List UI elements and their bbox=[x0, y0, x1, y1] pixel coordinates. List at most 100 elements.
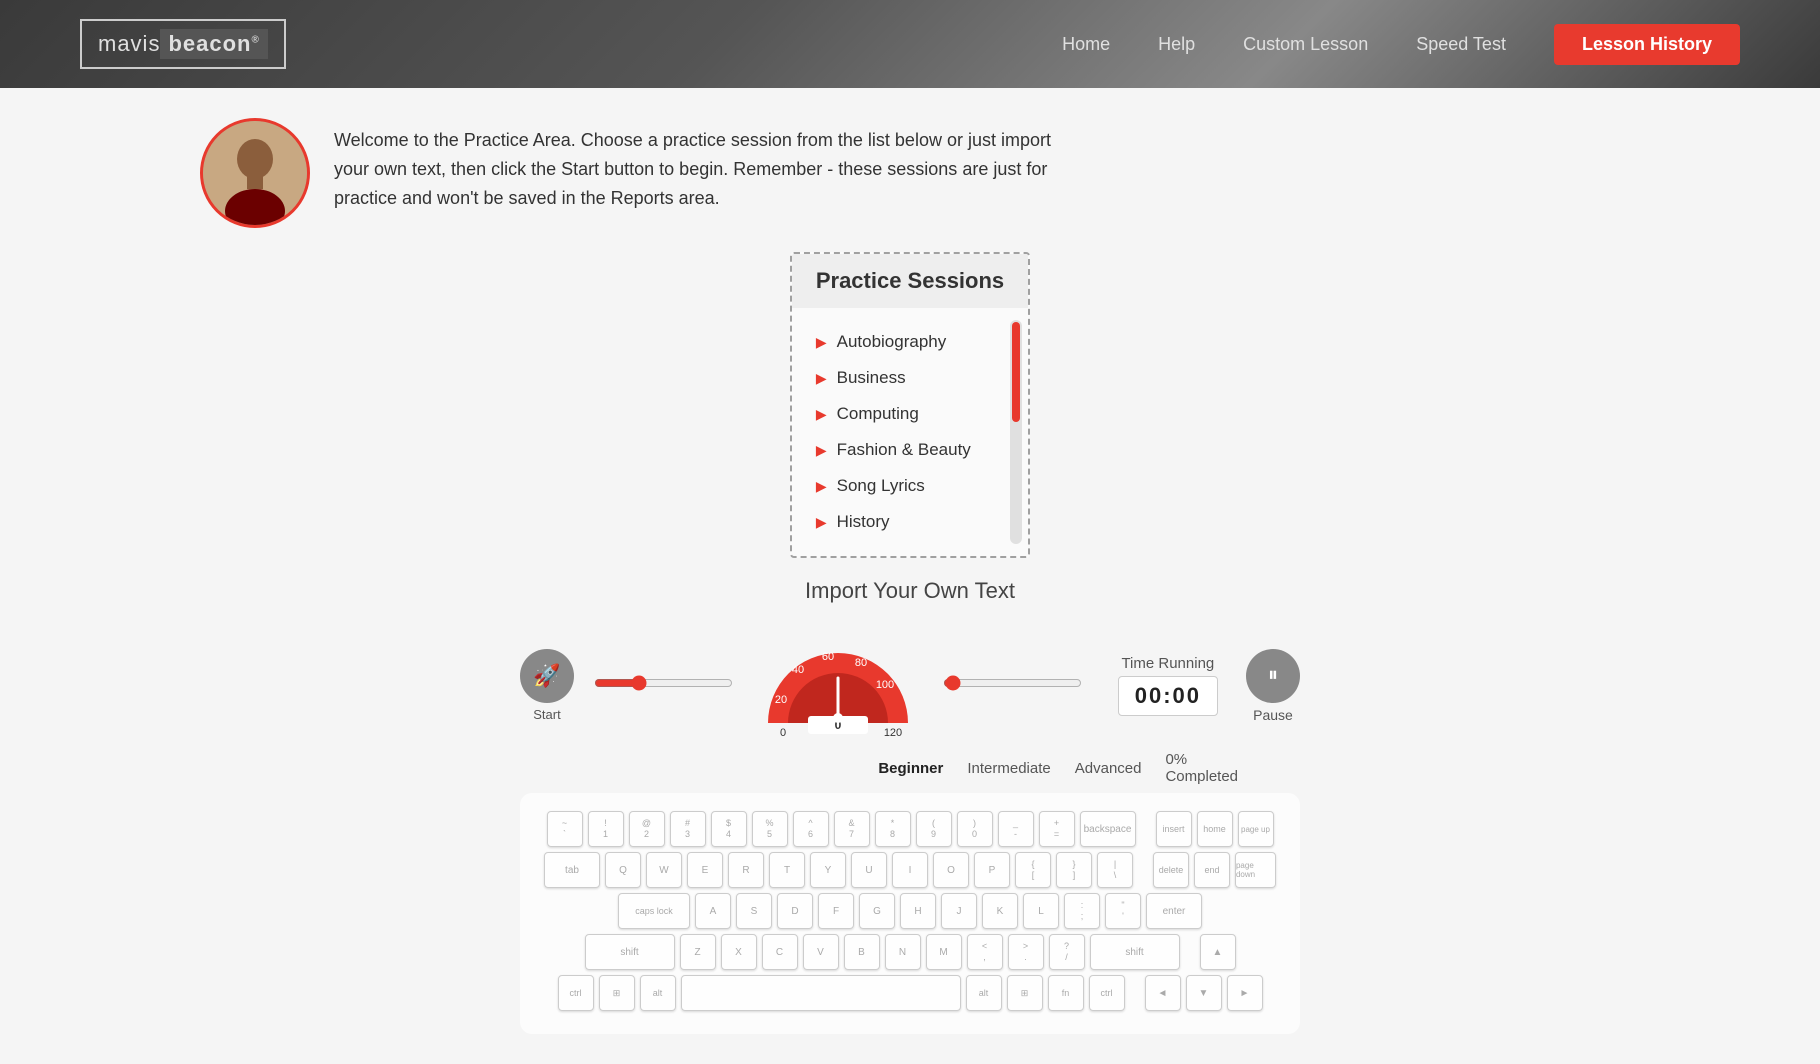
key-9[interactable]: (9 bbox=[916, 811, 952, 847]
key-backtick[interactable]: ~` bbox=[547, 811, 583, 847]
key-win-right[interactable]: ⊞ bbox=[1007, 975, 1043, 1011]
key-end[interactable]: end bbox=[1194, 852, 1230, 888]
key-a[interactable]: A bbox=[695, 893, 731, 929]
chevron-right-icon: ▶ bbox=[816, 478, 827, 495]
key-alt-left[interactable]: alt bbox=[640, 975, 676, 1011]
key-fn[interactable]: fn bbox=[1048, 975, 1084, 1011]
chevron-right-icon: ▶ bbox=[816, 442, 827, 459]
nav-lesson-history[interactable]: Lesson History bbox=[1554, 24, 1740, 65]
key-e[interactable]: E bbox=[687, 852, 723, 888]
key-right[interactable]: ► bbox=[1227, 975, 1263, 1011]
nav-help[interactable]: Help bbox=[1158, 34, 1195, 55]
key-z[interactable]: Z bbox=[680, 934, 716, 970]
key-j[interactable]: J bbox=[941, 893, 977, 929]
key-0[interactable]: )0 bbox=[957, 811, 993, 847]
key-3[interactable]: #3 bbox=[670, 811, 706, 847]
key-lbracket[interactable]: {[ bbox=[1015, 852, 1051, 888]
key-c[interactable]: C bbox=[762, 934, 798, 970]
key-ctrl-right[interactable]: ctrl bbox=[1089, 975, 1125, 1011]
key-s[interactable]: S bbox=[736, 893, 772, 929]
key-t[interactable]: T bbox=[769, 852, 805, 888]
key-y[interactable]: Y bbox=[810, 852, 846, 888]
key-h[interactable]: H bbox=[900, 893, 936, 929]
svg-text:120: 120 bbox=[884, 727, 902, 738]
key-7[interactable]: &7 bbox=[834, 811, 870, 847]
key-enter[interactable]: enter bbox=[1146, 893, 1202, 929]
nav-speed-test[interactable]: Speed Test bbox=[1416, 34, 1506, 55]
key-ctrl-left[interactable]: ctrl bbox=[558, 975, 594, 1011]
key-2[interactable]: @2 bbox=[629, 811, 665, 847]
key-6[interactable]: ^6 bbox=[793, 811, 829, 847]
key-down[interactable]: ▼ bbox=[1186, 975, 1222, 1011]
key-m[interactable]: M bbox=[926, 934, 962, 970]
key-quote[interactable]: "' bbox=[1105, 893, 1141, 929]
key-tab[interactable]: tab bbox=[544, 852, 600, 888]
nav-home[interactable]: Home bbox=[1062, 34, 1110, 55]
key-capslock[interactable]: caps lock bbox=[618, 893, 690, 929]
chevron-right-icon: ▶ bbox=[816, 406, 827, 423]
right-slider[interactable] bbox=[943, 675, 1082, 691]
pause-button[interactable]: ⏸ bbox=[1246, 649, 1300, 703]
key-minus[interactable]: _- bbox=[998, 811, 1034, 847]
key-period[interactable]: >. bbox=[1008, 934, 1044, 970]
key-d[interactable]: D bbox=[777, 893, 813, 929]
time-display: 00:00 bbox=[1118, 676, 1218, 716]
key-shift-right[interactable]: shift bbox=[1090, 934, 1180, 970]
key-home[interactable]: home bbox=[1197, 811, 1233, 847]
key-p[interactable]: P bbox=[974, 852, 1010, 888]
key-equals[interactable]: += bbox=[1039, 811, 1075, 847]
keyboard-container: ~` !1 @2 #3 $4 %5 ^6 &7 *8 (9 )0 _- += b… bbox=[520, 793, 1300, 1034]
key-v[interactable]: V bbox=[803, 934, 839, 970]
nav-custom-lesson[interactable]: Custom Lesson bbox=[1243, 34, 1368, 55]
key-delete[interactable]: delete bbox=[1153, 852, 1189, 888]
key-backspace[interactable]: backspace bbox=[1080, 811, 1136, 847]
key-semicolon[interactable]: :; bbox=[1064, 893, 1100, 929]
practice-item[interactable]: ▶History bbox=[792, 504, 1004, 540]
key-4[interactable]: $4 bbox=[711, 811, 747, 847]
key-q[interactable]: Q bbox=[605, 852, 641, 888]
key-up[interactable]: ▲ bbox=[1200, 934, 1236, 970]
key-g[interactable]: G bbox=[859, 893, 895, 929]
practice-item[interactable]: ▶Autobiography bbox=[792, 324, 1004, 360]
key-shift-left[interactable]: shift bbox=[585, 934, 675, 970]
key-8[interactable]: *8 bbox=[875, 811, 911, 847]
start-button[interactable]: 🚀 bbox=[520, 649, 574, 703]
key-u[interactable]: U bbox=[851, 852, 887, 888]
key-5[interactable]: %5 bbox=[752, 811, 788, 847]
practice-sessions-box: Practice Sessions ▶Autobiography▶Busines… bbox=[790, 252, 1030, 558]
left-slider[interactable] bbox=[594, 675, 733, 691]
key-left[interactable]: ◄ bbox=[1145, 975, 1181, 1011]
key-pgup[interactable]: page up bbox=[1238, 811, 1274, 847]
key-k[interactable]: K bbox=[982, 893, 1018, 929]
key-r[interactable]: R bbox=[728, 852, 764, 888]
scrollbar-track[interactable] bbox=[1010, 320, 1022, 544]
key-b[interactable]: B bbox=[844, 934, 880, 970]
key-insert[interactable]: insert bbox=[1156, 811, 1192, 847]
key-x[interactable]: X bbox=[721, 934, 757, 970]
key-f[interactable]: F bbox=[818, 893, 854, 929]
practice-item[interactable]: ▶Computing bbox=[792, 396, 1004, 432]
key-alt-right[interactable]: alt bbox=[966, 975, 1002, 1011]
chevron-right-icon: ▶ bbox=[816, 334, 827, 351]
key-1[interactable]: !1 bbox=[588, 811, 624, 847]
key-comma[interactable]: <, bbox=[967, 934, 1003, 970]
keyboard-row-2: tab Q W E R T Y U I O P {[ }] |\ delete … bbox=[544, 852, 1276, 888]
key-pgdn[interactable]: page down bbox=[1235, 852, 1276, 888]
key-rbracket[interactable]: }] bbox=[1056, 852, 1092, 888]
key-space[interactable] bbox=[681, 975, 961, 1011]
key-o[interactable]: O bbox=[933, 852, 969, 888]
rocket-group: 🚀 Start bbox=[520, 649, 574, 722]
key-slash[interactable]: ?/ bbox=[1049, 934, 1085, 970]
advanced-level: Advanced bbox=[1075, 760, 1142, 777]
key-w[interactable]: W bbox=[646, 852, 682, 888]
key-i[interactable]: I bbox=[892, 852, 928, 888]
left-slider-container bbox=[594, 675, 733, 696]
right-slider-container bbox=[943, 675, 1082, 696]
practice-item[interactable]: ▶Business bbox=[792, 360, 1004, 396]
practice-item[interactable]: ▶Fashion & Beauty bbox=[792, 432, 1004, 468]
key-l[interactable]: L bbox=[1023, 893, 1059, 929]
key-n[interactable]: N bbox=[885, 934, 921, 970]
practice-item[interactable]: ▶Song Lyrics bbox=[792, 468, 1004, 504]
key-win-left[interactable]: ⊞ bbox=[599, 975, 635, 1011]
key-backslash[interactable]: |\ bbox=[1097, 852, 1133, 888]
